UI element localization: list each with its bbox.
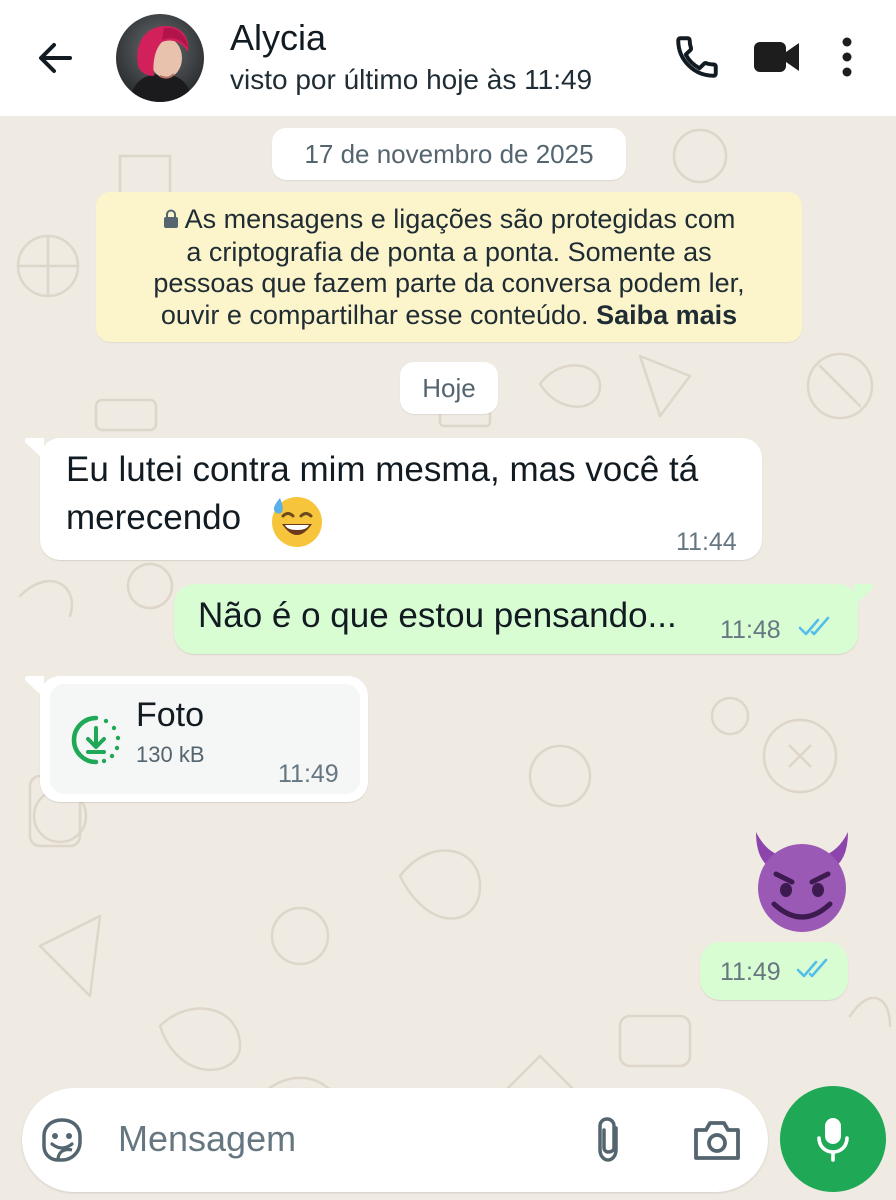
message-text: Eu lutei contra mim mesma, mas você tá bbox=[66, 450, 699, 489]
lock-icon bbox=[163, 205, 179, 237]
message-composer[interactable]: Mensagem bbox=[22, 1088, 768, 1192]
smiling-devil-emoji[interactable] bbox=[748, 826, 856, 934]
avatar[interactable] bbox=[116, 14, 204, 102]
learn-more-link[interactable]: Saiba mais bbox=[596, 300, 737, 330]
message-time: 11:49 bbox=[278, 760, 339, 788]
message-text: Não é o que estou pensando... bbox=[198, 596, 677, 635]
encryption-line-1: As mensagens e ligações são protegidas c… bbox=[184, 204, 736, 234]
sweat-smile-emoji bbox=[272, 497, 322, 547]
encryption-line-3: pessoas que fazem parte da conversa pode… bbox=[153, 268, 745, 298]
bubble-tail bbox=[854, 584, 874, 606]
encryption-notice[interactable]: As mensagens e ligações são protegidas c… bbox=[96, 192, 802, 342]
encryption-line-4: ouvir e compartilhar esse conteúdo. bbox=[160, 299, 589, 330]
camera-icon[interactable] bbox=[692, 1118, 742, 1167]
video-camera-icon[interactable] bbox=[752, 34, 802, 85]
file-size: 130 kB bbox=[136, 742, 205, 767]
contact-name[interactable]: Alycia bbox=[230, 17, 326, 59]
message-time: 11:48 bbox=[720, 616, 781, 644]
microphone-icon bbox=[817, 1118, 849, 1162]
outgoing-message[interactable]: Não é o que estou pensando... 11:48 bbox=[174, 584, 874, 654]
file-card[interactable]: Foto 130 kB 11:49 bbox=[50, 684, 360, 794]
date-separator-today: Hoje bbox=[400, 362, 498, 414]
microphone-button[interactable] bbox=[780, 1086, 886, 1192]
read-ticks-icon bbox=[796, 958, 828, 978]
back-arrow-icon[interactable] bbox=[30, 32, 82, 84]
read-ticks-icon bbox=[798, 616, 830, 636]
bubble-tail bbox=[24, 438, 44, 460]
paperclip-icon[interactable] bbox=[590, 1116, 628, 1169]
incoming-file-message[interactable]: Foto 130 kB 11:49 bbox=[24, 676, 368, 802]
message-time: 11:44 bbox=[676, 528, 737, 556]
outgoing-emoji-message[interactable]: 11:49 bbox=[700, 942, 848, 1000]
file-name: Foto bbox=[136, 696, 205, 734]
chat-header: Alycia visto por último hoje às 11:49 bbox=[0, 0, 896, 116]
message-time: 11:49 bbox=[720, 958, 781, 986]
message-input[interactable]: Mensagem bbox=[118, 1118, 296, 1160]
incoming-message[interactable]: Eu lutei contra mim mesma, mas você tá m… bbox=[24, 438, 762, 560]
phone-icon[interactable] bbox=[672, 32, 722, 87]
bubble-tail bbox=[24, 676, 44, 698]
sticker-icon[interactable] bbox=[38, 1116, 86, 1169]
download-icon[interactable] bbox=[70, 714, 122, 766]
more-vertical-icon[interactable] bbox=[838, 36, 856, 85]
message-text-line-2: merecendo bbox=[66, 498, 242, 537]
chat-area[interactable]: 17 de novembro de 2025 As mensagens e li… bbox=[0, 116, 896, 1200]
date-separator: 17 de novembro de 2025 bbox=[272, 128, 626, 180]
encryption-line-2: a criptografia de ponta a ponta. Somente… bbox=[186, 236, 712, 267]
last-seen-status: visto por último hoje às 11:49 bbox=[230, 64, 593, 95]
